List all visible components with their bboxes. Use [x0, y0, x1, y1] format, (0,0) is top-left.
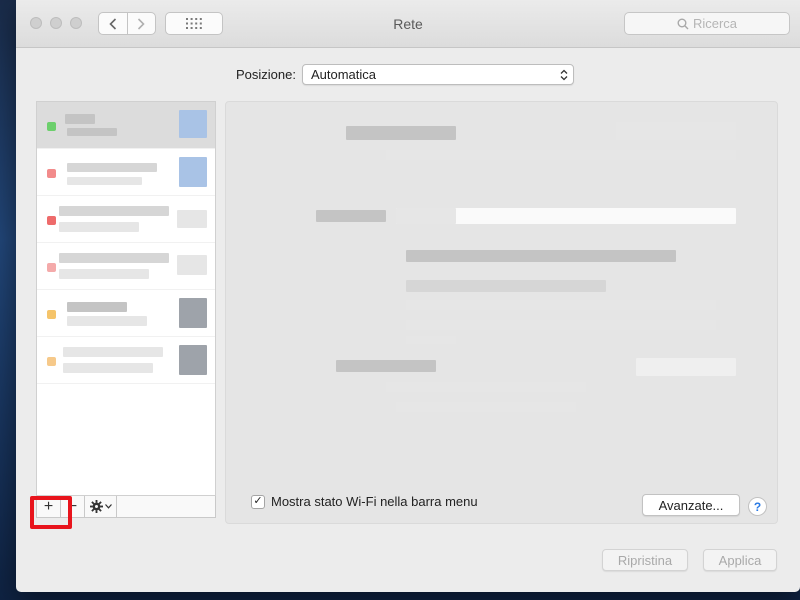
network-service-item[interactable]: [37, 243, 215, 290]
service-detail-panel: [225, 101, 778, 524]
add-button-highlight: [30, 496, 72, 529]
gear-icon: [89, 500, 103, 513]
network-service-item[interactable]: [37, 196, 215, 243]
apply-button[interactable]: Applica: [703, 549, 777, 571]
revert-button[interactable]: Ripristina: [602, 549, 688, 571]
network-service-item[interactable]: [37, 337, 215, 384]
advanced-button[interactable]: Avanzate...: [642, 494, 740, 516]
status-indicator-icon: [47, 122, 56, 131]
search-field[interactable]: Ricerca: [624, 12, 790, 35]
status-indicator-icon: [47, 169, 56, 178]
show-wifi-status-label: Mostra stato Wi-Fi nella barra menu: [271, 494, 478, 509]
help-button[interactable]: ?: [748, 497, 767, 516]
location-label: Posizione:: [236, 67, 296, 82]
status-indicator-icon: [47, 263, 56, 272]
network-preferences-window: Rete Ricerca Posizione: Automatica + − ✓…: [16, 0, 800, 592]
show-wifi-status-row: ✓ Mostra stato Wi-Fi nella barra menu: [251, 494, 478, 509]
status-indicator-icon: [47, 357, 56, 366]
search-icon: [677, 18, 689, 29]
location-selected-value: Automatica: [310, 67, 377, 82]
updown-chevron-icon: [555, 65, 573, 84]
location-select[interactable]: Automatica: [301, 64, 574, 85]
search-placeholder: Ricerca: [692, 16, 738, 31]
location-row: Posizione: Automatica: [236, 64, 574, 85]
status-indicator-icon: [47, 310, 56, 319]
status-indicator-icon: [47, 216, 56, 225]
network-service-item[interactable]: [37, 290, 215, 337]
network-service-item[interactable]: [37, 102, 215, 149]
show-wifi-status-checkbox[interactable]: ✓: [251, 494, 265, 509]
network-service-item[interactable]: [37, 149, 215, 196]
title-bar: Rete Ricerca: [16, 0, 800, 48]
action-menu-button[interactable]: [85, 496, 117, 517]
network-service-list[interactable]: [36, 101, 216, 496]
chevron-down-icon: [104, 504, 112, 509]
